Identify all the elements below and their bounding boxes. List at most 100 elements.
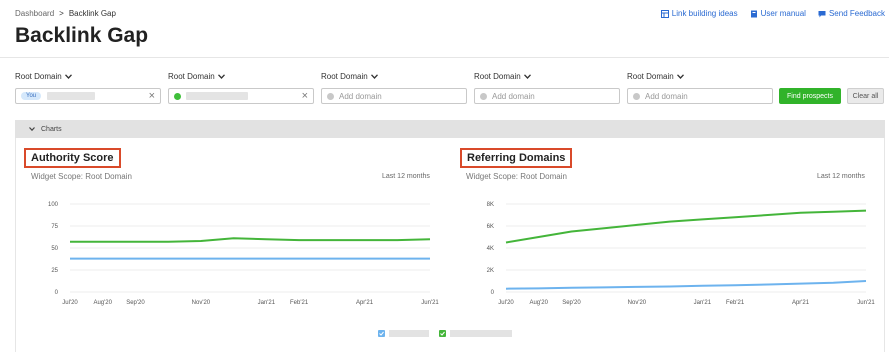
user-manual-link[interactable]: User manual xyxy=(750,9,806,18)
chevron-down-icon xyxy=(217,73,225,79)
domain-input-you[interactable]: You × xyxy=(15,88,161,104)
find-prospects-button[interactable]: Find prospects xyxy=(779,88,841,104)
y-tick-label: 6K xyxy=(487,224,494,230)
domain-value-redacted xyxy=(186,92,248,100)
chevron-down-icon xyxy=(370,73,378,79)
domain-value-redacted xyxy=(47,92,96,100)
add-domain-input-5[interactable]: Add domain xyxy=(627,88,773,104)
root-domain-dropdown[interactable]: Root Domain xyxy=(627,70,773,82)
authority-score-period: Last 12 months xyxy=(382,173,430,180)
root-domain-label: Root Domain xyxy=(15,71,62,81)
legend-label-redacted xyxy=(450,330,512,337)
green-dot-icon xyxy=(174,92,181,100)
top-links: Link building ideas User manual Send Fee… xyxy=(660,9,885,18)
referring-domains-scope: Widget Scope: Root Domain xyxy=(466,172,567,181)
y-tick-label: 4K xyxy=(487,246,494,252)
x-tick-label: Sep'20 xyxy=(562,300,581,306)
y-tick-label: 25 xyxy=(51,268,58,274)
add-domain-input-3[interactable]: Add domain xyxy=(321,88,467,104)
chevron-down-icon xyxy=(523,73,531,79)
series-line-0 xyxy=(70,237,431,243)
series-line-0 xyxy=(505,209,867,244)
root-domain-dropdown[interactable]: Root Domain xyxy=(168,70,314,82)
domain-column-1: Root Domain You × xyxy=(15,70,161,104)
clear-domain-button[interactable]: × xyxy=(302,90,308,102)
authority-score-title: Authority Score xyxy=(24,148,121,168)
y-tick-label: 0 xyxy=(55,290,59,296)
chat-icon xyxy=(818,10,826,17)
x-tick-label: Feb'21 xyxy=(290,300,309,306)
root-domain-dropdown[interactable]: Root Domain xyxy=(15,70,161,82)
authority-score-scope: Widget Scope: Root Domain xyxy=(31,172,132,181)
gray-dot-icon xyxy=(480,92,487,100)
series-line-1 xyxy=(505,280,867,290)
send-feedback-label: Send Feedback xyxy=(828,9,885,18)
y-tick-label: 8K xyxy=(487,202,494,208)
x-tick-label: Nov'20 xyxy=(628,300,647,306)
add-domain-placeholder: Add domain xyxy=(492,91,535,101)
y-tick-label: 100 xyxy=(48,202,59,208)
legend-label-redacted xyxy=(389,330,429,337)
checkbox-icon xyxy=(439,330,446,337)
x-tick-label: Aug'20 xyxy=(93,300,112,306)
gray-dot-icon xyxy=(633,92,640,100)
x-tick-label: Jul'20 xyxy=(62,300,78,306)
x-tick-label: Jun'21 xyxy=(857,300,875,306)
legend-item-you[interactable] xyxy=(378,330,429,337)
send-feedback-link[interactable]: Send Feedback xyxy=(818,9,885,18)
y-tick-label: 75 xyxy=(51,224,58,230)
chevron-down-icon xyxy=(676,73,684,79)
root-domain-dropdown[interactable]: Root Domain xyxy=(474,70,620,82)
referring-domains-chart: 0 2K 4K 6K 8K Jul'20 Aug'20 Sep'20 Nov'20 Jan'21 F… xyxy=(487,202,876,306)
domain-column-5: Root Domain Add domain xyxy=(627,70,773,104)
x-tick-label: Apr'21 xyxy=(356,300,374,306)
y-tick-label: 50 xyxy=(51,246,58,252)
x-tick-label: Apr'21 xyxy=(792,300,810,306)
referring-domains-period: Last 12 months xyxy=(817,173,865,180)
y-tick-label: 0 xyxy=(491,290,495,296)
x-tick-label: Sep'20 xyxy=(126,300,145,306)
breadcrumb-separator: > xyxy=(59,9,64,18)
you-badge: You xyxy=(21,92,42,100)
x-tick-label: Jan'21 xyxy=(694,300,712,306)
domain-column-4: Root Domain Add domain xyxy=(474,70,620,104)
y-tick-label: 2K xyxy=(487,268,494,274)
clear-domain-button[interactable]: × xyxy=(149,90,155,102)
root-domain-dropdown[interactable]: Root Domain xyxy=(321,70,467,82)
chart-legend xyxy=(378,330,512,337)
x-tick-label: Feb'21 xyxy=(726,300,745,306)
domain-column-2: Root Domain × xyxy=(168,70,314,104)
checkbox-icon xyxy=(378,330,385,337)
clear-all-button[interactable]: Clear all xyxy=(847,88,884,104)
root-domain-label: Root Domain xyxy=(168,71,215,81)
authority-score-chart: 0 25 50 75 100 Jul'20 Aug'20 Sep'20 Nov'20 Jan'21… xyxy=(48,202,439,306)
x-tick-label: Aug'20 xyxy=(529,300,548,306)
x-tick-label: Jun'21 xyxy=(421,300,439,306)
link-building-ideas-label: Link building ideas xyxy=(671,9,738,18)
gray-dot-icon xyxy=(327,92,334,100)
referring-domains-title: Referring Domains xyxy=(460,148,573,168)
domain-column-3: Root Domain Add domain xyxy=(321,70,467,104)
link-building-ideas-link[interactable]: Link building ideas xyxy=(660,9,738,18)
root-domain-label: Root Domain xyxy=(627,71,674,81)
breadcrumb: Dashboard > Backlink Gap xyxy=(15,9,116,18)
legend-item-competitor[interactable] xyxy=(439,330,512,337)
table-icon xyxy=(660,9,669,18)
add-domain-placeholder: Add domain xyxy=(339,91,382,101)
root-domain-label: Root Domain xyxy=(474,71,521,81)
chevron-down-icon xyxy=(29,127,35,131)
x-tick-label: Nov'20 xyxy=(192,300,211,306)
root-domain-label: Root Domain xyxy=(321,71,368,81)
breadcrumb-dashboard[interactable]: Dashboard xyxy=(15,9,54,18)
page-title: Backlink Gap xyxy=(15,24,149,47)
book-icon xyxy=(750,10,757,17)
chevron-down-icon xyxy=(64,73,72,79)
x-tick-label: Jan'21 xyxy=(258,300,276,306)
domain-input-competitor-1[interactable]: × xyxy=(168,88,314,104)
add-domain-input-4[interactable]: Add domain xyxy=(474,88,620,104)
charts-toggle-label: Charts xyxy=(41,125,62,133)
user-manual-label: User manual xyxy=(760,9,806,18)
add-domain-placeholder: Add domain xyxy=(645,91,688,101)
charts-toggle[interactable]: Charts xyxy=(15,120,885,138)
header-divider xyxy=(0,57,889,58)
